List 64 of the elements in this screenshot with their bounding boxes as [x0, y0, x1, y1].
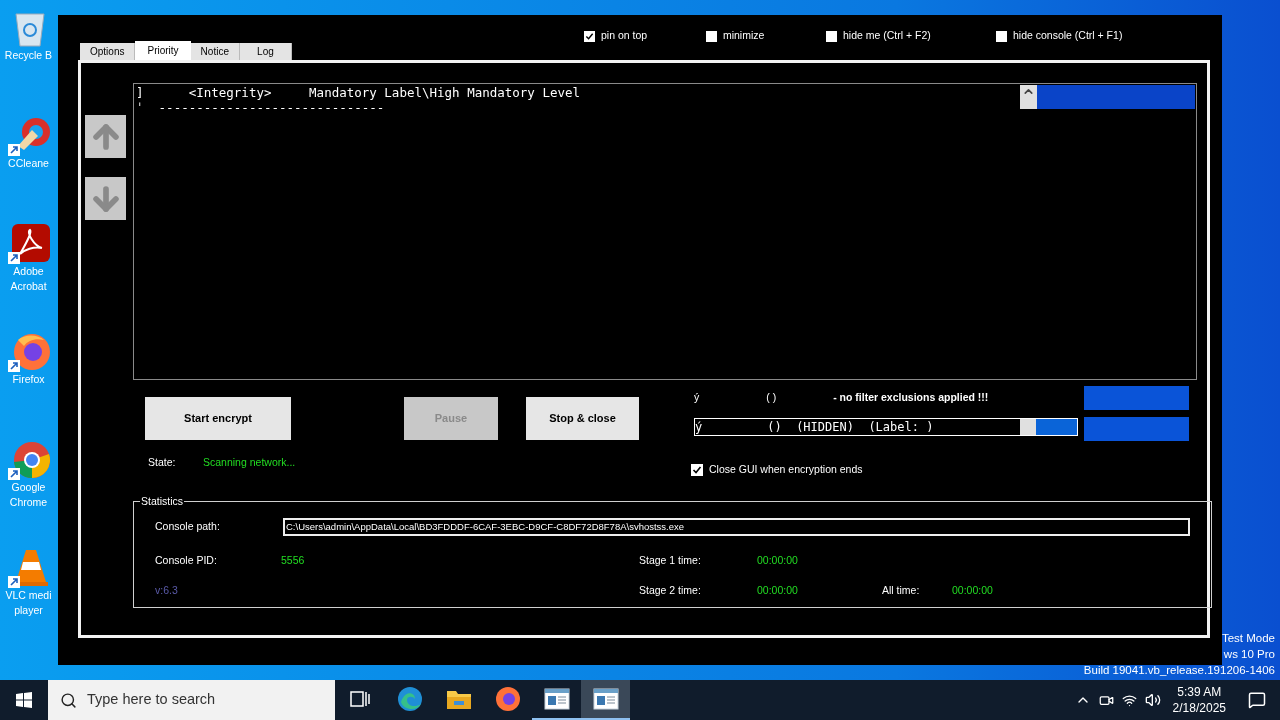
action-button[interactable]: Stop & close — [526, 397, 639, 440]
console-path-label: Console path: — [155, 518, 221, 534]
task-view-icon — [349, 690, 372, 708]
tab[interactable]: Priority — [135, 41, 191, 60]
stage-2-value: 00:00:00 — [757, 582, 799, 598]
check-icon — [584, 31, 594, 41]
search-icon — [60, 691, 77, 709]
watermark-text: Build 19041.vb_release.191206-1406 — [1083, 663, 1275, 678]
version-text: v:6.3 — [155, 582, 179, 598]
notification-icon[interactable] — [1248, 691, 1266, 709]
option-label: minimize — [722, 28, 765, 44]
scroll-up-button[interactable] — [1020, 85, 1037, 109]
taskbar-button[interactable] — [581, 680, 630, 720]
network-icon[interactable] — [1121, 692, 1137, 708]
option-label: pin on top — [600, 28, 648, 44]
state-value: Scanning network... — [203, 455, 296, 470]
all-time-label: All time: — [882, 582, 921, 598]
all-time-value: 00:00:00 — [952, 582, 993, 598]
stage-1-label: Stage 1 time: — [639, 552, 702, 568]
clock-time[interactable]: 5:39 AM — [1177, 684, 1222, 700]
windows-icon — [16, 692, 32, 708]
pdf-icon — [7, 224, 52, 264]
broom-icon — [7, 116, 52, 156]
filter-text: ý — [694, 390, 700, 406]
action-button[interactable]: Start encrypt — [145, 397, 291, 440]
firefox-icon — [7, 332, 52, 372]
state-label: State: — [148, 455, 177, 470]
checkbox[interactable] — [825, 30, 837, 42]
speaker-icon[interactable] — [1144, 692, 1161, 708]
checkbox[interactable] — [583, 30, 595, 42]
search-placeholder: Type here to search — [87, 690, 216, 710]
console-pid-label: Console PID: — [155, 552, 218, 568]
tab[interactable]: Log — [239, 43, 292, 60]
option-label: hide console (Ctrl + F1) — [1012, 28, 1123, 44]
option-label: hide me (Ctrl + F2) — [842, 28, 931, 44]
filter-field[interactable]: ý () (HIDDEN) (Label: ) — [694, 418, 1078, 436]
watermark-text: Test Mode — [1221, 631, 1275, 646]
console-path-field[interactable]: C:\Users\admin\AppData\Local\BD3FDDDF-6CAF-3EBC-D9CF-C8DF72D8F78A\svhostss.exe — [283, 517, 1190, 536]
firefox-icon — [494, 686, 521, 712]
stage-2-label: Stage 2 time: — [639, 582, 702, 598]
tab[interactable]: Notice — [190, 43, 240, 60]
watermark-text: ws 10 Pro — [1223, 647, 1275, 662]
console-pid-value: 5556 — [281, 552, 306, 568]
edge-icon — [396, 686, 423, 712]
search-field[interactable]: Type here to search — [48, 680, 335, 720]
app-window-icon — [592, 688, 619, 710]
scrollbar-thumb — [1020, 419, 1036, 435]
filter-text: ( ) — [766, 390, 777, 406]
console-line: ˈ ------------------------------ — [136, 100, 385, 115]
stage-1-value: 00:00:00 — [757, 552, 798, 568]
close-gui-label: Close GUI when encryption ends — [709, 462, 863, 477]
checkbox[interactable] — [995, 30, 1007, 42]
check-icon — [692, 464, 702, 475]
console-path-value: C:\Users\admin\AppData\Local\BD3FDDDF-6CAF-3EBC-D9CF-C8DF72D8F78A\svhostss.exe — [286, 519, 685, 534]
clock-date[interactable]: 2/18/2025 — [1172, 700, 1226, 716]
console-line: ] <Integrity> Mandatory Label\High Mandatory Level — [136, 85, 580, 100]
statistics-title: Statistics — [140, 494, 184, 509]
chrome-icon — [7, 440, 52, 480]
app-window-icon — [543, 688, 570, 710]
tab[interactable]: Options — [80, 43, 136, 60]
filter-field-value: ý () (HIDDEN) (Label: ) — [695, 419, 935, 436]
filter-text: - no filter exclusions applied !!! — [833, 390, 989, 406]
checkbox[interactable] — [691, 463, 703, 476]
checkbox[interactable] — [705, 30, 717, 42]
